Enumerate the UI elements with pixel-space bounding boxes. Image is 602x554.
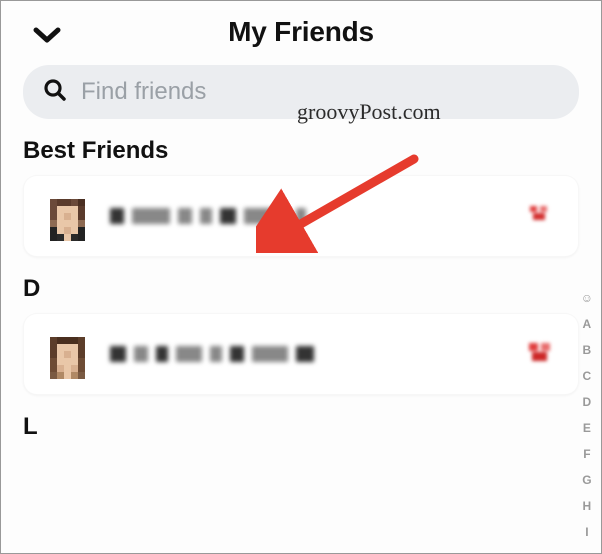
section-best-friends: Best Friends bbox=[23, 137, 583, 165]
search-icon bbox=[43, 78, 67, 107]
friend-name-obscured bbox=[110, 344, 516, 364]
index-emoji[interactable]: ☺ bbox=[577, 287, 597, 309]
index-c[interactable]: C bbox=[579, 365, 596, 387]
index-b[interactable]: B bbox=[579, 339, 596, 361]
red-heart-icon bbox=[526, 341, 556, 367]
index-e[interactable]: E bbox=[579, 417, 595, 439]
back-chevron-icon[interactable] bbox=[27, 15, 67, 55]
red-heart-icon bbox=[526, 203, 556, 229]
index-h[interactable]: H bbox=[579, 495, 596, 517]
index-f[interactable]: F bbox=[579, 443, 594, 465]
index-a[interactable]: A bbox=[579, 313, 596, 335]
avatar bbox=[46, 191, 88, 241]
section-l: L bbox=[23, 413, 583, 441]
search-input[interactable] bbox=[81, 78, 559, 106]
friend-row[interactable] bbox=[23, 175, 579, 257]
alphabet-index[interactable]: ☺ A B C D E F G H I bbox=[577, 287, 597, 543]
index-g[interactable]: G bbox=[578, 469, 595, 491]
section-d: D bbox=[23, 275, 583, 303]
search-bar[interactable] bbox=[23, 65, 579, 119]
header: My Friends bbox=[19, 1, 583, 59]
avatar bbox=[46, 329, 88, 379]
friend-row[interactable] bbox=[23, 313, 579, 395]
friend-name-obscured bbox=[110, 206, 516, 226]
page-title: My Friends bbox=[228, 16, 374, 48]
index-i[interactable]: I bbox=[581, 521, 592, 543]
index-d[interactable]: D bbox=[579, 391, 596, 413]
